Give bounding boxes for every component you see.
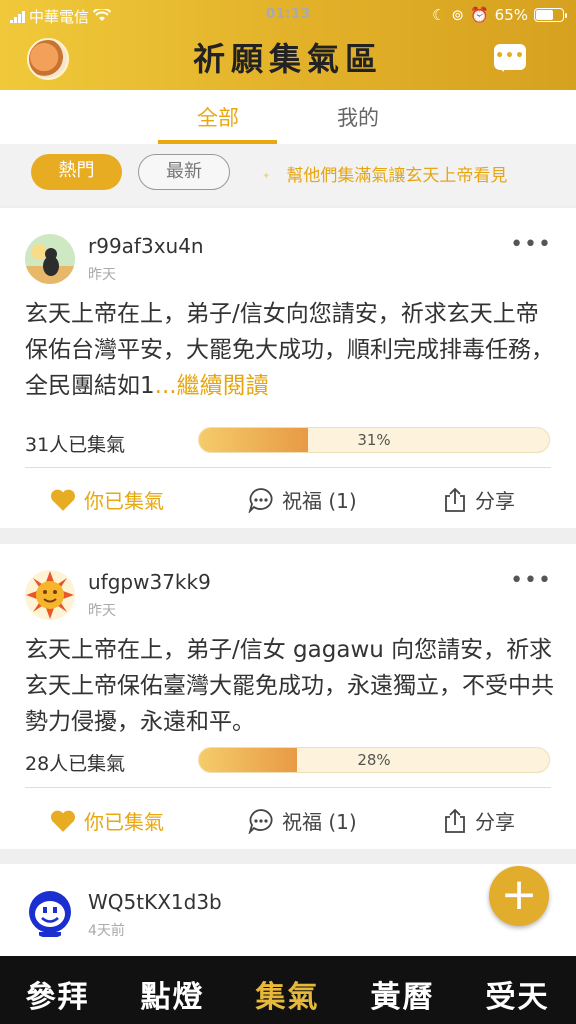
post-card: r99af3xu4n 昨天 ••• 玄天上帝在上，弟子/信女向您請安，祈求玄天上… <box>0 208 576 528</box>
bless-label: 祝福 (1) <box>282 489 357 513</box>
top-bar: 中華電信 01:13 ☾ ⊚ ⏰ 65% 祈願集氣區 ••• <box>0 0 576 90</box>
more-options-icon[interactable]: ••• <box>510 568 552 593</box>
gather-count: 31人已集氣 <box>25 434 126 456</box>
like-label: 你已集氣 <box>84 810 164 834</box>
status-right: ☾ ⊚ ⏰ 65% <box>431 6 567 24</box>
add-post-button[interactable]: + <box>489 866 549 926</box>
avatar[interactable] <box>25 570 75 620</box>
username: WQ5tKX1d3b <box>88 890 222 914</box>
divider <box>25 787 551 788</box>
post-time: 昨天 <box>88 267 116 283</box>
nav-almanac[interactable]: 黃曆 <box>345 972 460 1016</box>
gather-count: 28人已集氣 <box>25 753 126 775</box>
gather-like-button[interactable]: 你已集氣 <box>50 485 164 514</box>
share-button[interactable]: 分享 <box>443 806 515 835</box>
post-text: 玄天上帝在上，弟子/信女向您請安，祈求玄天上帝保佑台灣平安，大罷免大成功，順利完… <box>25 301 554 399</box>
nav-worship[interactable]: 參拜 <box>0 972 115 1016</box>
username: r99af3xu4n <box>88 234 204 258</box>
bless-label: 祝福 (1) <box>282 810 357 834</box>
post-content: 玄天上帝在上，弟子/信女 gagawu 向您請安，祈求玄天上帝保佑臺灣大罷免成功… <box>25 632 554 740</box>
gather-like-button[interactable]: 你已集氣 <box>50 806 164 835</box>
share-button[interactable]: 分享 <box>443 485 515 514</box>
slogan-label: 幫他們集滿氣讓玄天上帝看見 <box>286 166 508 186</box>
chat-bubble-icon[interactable]: ••• <box>494 44 526 72</box>
rotation-lock-icon: ⊚ <box>451 6 464 24</box>
post-time: 昨天 <box>88 603 116 619</box>
post-text: 玄天上帝在上，弟子/信女 gagawu 向您請安，祈求玄天上帝保佑臺灣大罷免成功… <box>25 637 554 735</box>
bottom-nav: 參拜 點燈 集氣 黃曆 受天 <box>0 956 576 1024</box>
heart-icon <box>50 489 76 511</box>
gather-progress: 28% <box>198 747 550 773</box>
share-icon <box>445 808 465 833</box>
battery-percent: 65% <box>494 6 528 24</box>
progress-label: 31% <box>357 431 391 449</box>
share-icon <box>445 487 465 512</box>
more-options-icon[interactable]: ••• <box>510 232 552 257</box>
bless-button[interactable]: 祝福 (1) <box>248 485 357 514</box>
heart-icon <box>50 810 76 832</box>
post-card: ufgpw37kk9 昨天 ••• 玄天上帝在上，弟子/信女 gagawu 向您… <box>0 544 576 849</box>
divider <box>25 467 551 468</box>
like-label: 你已集氣 <box>84 489 164 513</box>
comment-icon <box>248 487 273 513</box>
nav-heaven[interactable]: 受天 <box>460 972 575 1016</box>
alarm-icon: ⏰ <box>469 6 489 24</box>
slogan-text: ✦ 幫他們集滿氣讓玄天上帝看見 <box>262 161 507 186</box>
username: ufgpw37kk9 <box>88 570 211 594</box>
battery-icon <box>534 8 567 22</box>
bless-button[interactable]: 祝福 (1) <box>248 806 357 835</box>
nav-light-lamp[interactable]: 點燈 <box>115 972 230 1016</box>
read-more-link[interactable]: ...繼續閱讀 <box>155 373 269 399</box>
progress-label: 28% <box>357 751 391 769</box>
filter-row: 熱門 最新 ✦ 幫他們集滿氣讓玄天上帝看見 <box>0 144 576 206</box>
moon-icon: ☾ <box>431 6 446 24</box>
sparkle-icon: ✦ <box>262 170 271 182</box>
share-label: 分享 <box>475 810 515 834</box>
post-time: 4天前 <box>88 923 125 939</box>
tab-mine[interactable]: 我的 <box>298 102 418 132</box>
tab-bar: 全部 我的 <box>0 90 576 144</box>
status-bar: 中華電信 01:13 ☾ ⊚ ⏰ 65% <box>0 0 576 30</box>
post-card: WQ5tKX1d3b 4天前 <box>0 864 576 956</box>
page-title: 祈願集氣區 <box>192 40 383 78</box>
gather-progress: 31% <box>198 427 550 453</box>
filter-new-button[interactable]: 最新 <box>138 154 230 190</box>
tab-all[interactable]: 全部 <box>158 102 278 132</box>
filter-hot-button[interactable]: 熱門 <box>31 154 122 190</box>
avatar[interactable] <box>25 888 75 938</box>
share-label: 分享 <box>475 489 515 513</box>
comment-icon <box>248 808 273 834</box>
nav-gather[interactable]: 集氣 <box>230 972 345 1016</box>
post-content: 玄天上帝在上，弟子/信女向您請安，祈求玄天上帝保佑台灣平安，大罷免大成功，順利完… <box>25 296 554 404</box>
avatar[interactable] <box>25 234 75 284</box>
